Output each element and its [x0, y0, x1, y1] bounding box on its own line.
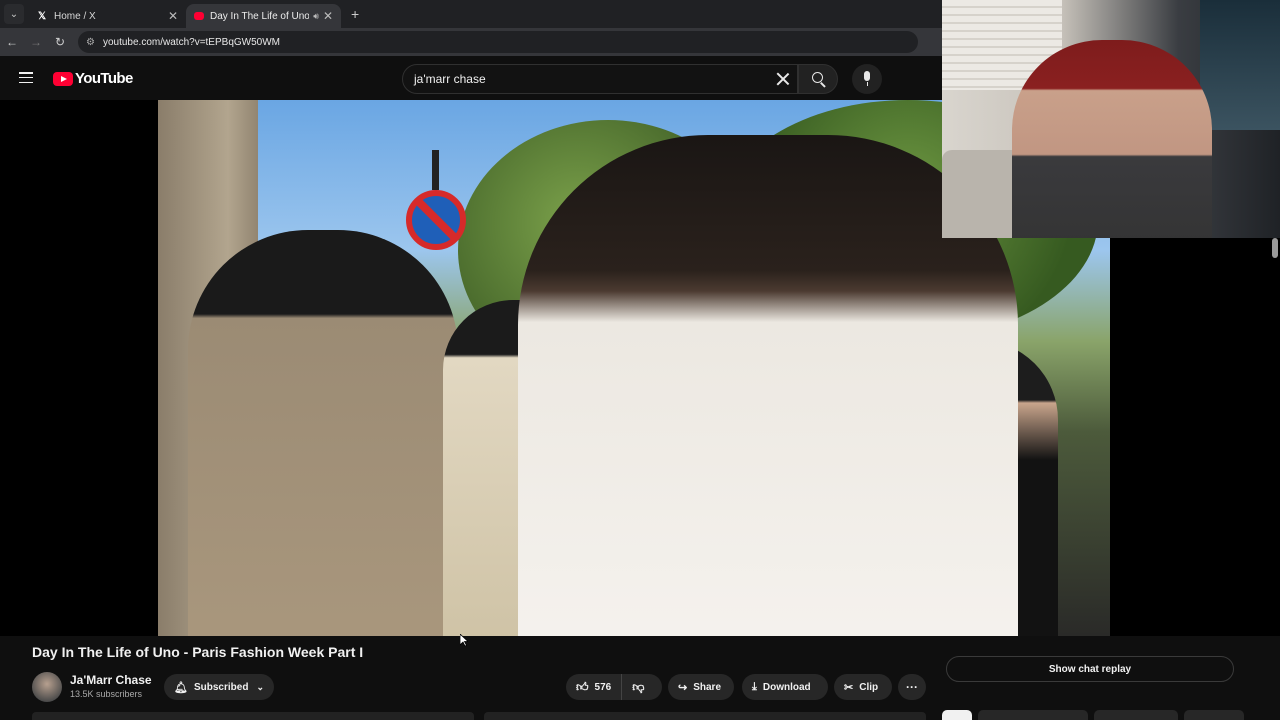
below-fold-content	[0, 708, 1280, 720]
webcam-overlay	[942, 0, 1280, 238]
share-button[interactable]: ↪ Share	[668, 674, 734, 700]
subscriber-count: 13.5K subscribers	[70, 689, 143, 699]
video-scene-sign-pole	[432, 150, 439, 190]
filter-chip[interactable]	[978, 710, 1088, 720]
chevron-down-icon: ⌄	[9, 8, 19, 20]
logo-wordmark: YouTube	[75, 70, 133, 87]
voice-search-button[interactable]	[852, 64, 882, 94]
filter-chip[interactable]	[1094, 710, 1178, 720]
like-button[interactable]: 👍︎ 576	[566, 674, 623, 700]
share-label: Share	[693, 681, 722, 693]
clip-button[interactable]: ✂ Clip	[834, 674, 892, 700]
video-scene-no-parking-sign	[406, 190, 466, 250]
bell-icon: 🔔︎	[174, 681, 188, 694]
clear-search-icon[interactable]	[774, 70, 792, 88]
download-button[interactable]: ⤓ Download	[742, 674, 828, 700]
channel-avatar[interactable]	[32, 672, 62, 702]
chevron-down-icon: ⌄	[256, 681, 264, 692]
youtube-logo[interactable]: YouTube	[53, 70, 133, 87]
close-icon[interactable]: ✕	[168, 9, 178, 23]
like-count: 576	[594, 681, 612, 693]
chat-replay-label: Show chat replay	[1048, 663, 1132, 675]
search-input[interactable]: ja'marr chase	[402, 64, 798, 94]
channel-name[interactable]: Ja'Marr Chase	[70, 673, 152, 687]
back-arrow-icon[interactable]: ←	[0, 35, 24, 49]
close-icon[interactable]: ✕	[323, 9, 333, 23]
download-icon: ⤓	[752, 680, 757, 693]
youtube-play-icon	[53, 71, 73, 86]
thumbs-up-icon: 👍︎	[576, 679, 589, 694]
screen: ⌄ 𝕏 Home / X ✕ Day In The Life of Uno - …	[0, 0, 1280, 720]
browser-toolbar: ← → ↻ ⚙ youtube.com/watch?v=tEPBqGW50WM	[0, 28, 942, 56]
search-icon-handle	[820, 82, 826, 88]
webcam-scene-person	[1012, 40, 1212, 238]
tab-search-button[interactable]: ⌄	[4, 4, 24, 24]
speaker-icon[interactable]: 🔊︎	[313, 11, 319, 22]
thumbs-down-icon: 👎︎	[632, 679, 645, 694]
dislike-button[interactable]: 👎︎	[622, 680, 654, 695]
scissors-icon: ✂	[844, 681, 854, 694]
reload-icon[interactable]: ↻	[48, 35, 72, 49]
like-dislike-group: 👍︎ 576 👎︎	[566, 674, 662, 700]
search-button[interactable]	[798, 64, 838, 94]
video-scene-person	[188, 230, 458, 636]
address-bar[interactable]: ⚙ youtube.com/watch?v=tEPBqGW50WM	[78, 31, 918, 53]
new-tab-button[interactable]: +	[351, 6, 359, 22]
search-query: ja'marr chase	[414, 72, 486, 86]
subscribed-button[interactable]: 🔔︎ Subscribed ⌄	[164, 674, 274, 700]
description-box[interactable]	[32, 712, 474, 720]
menu-icon[interactable]	[19, 72, 33, 83]
more-icon: ···	[906, 680, 918, 694]
tab-label: Day In The Life of Uno - Pa	[210, 10, 310, 22]
filter-chip[interactable]	[1184, 710, 1244, 720]
microphone-icon	[864, 71, 870, 81]
tab-home-x[interactable]: 𝕏 Home / X ✕	[28, 4, 186, 28]
forward-arrow-icon[interactable]: →	[24, 35, 48, 49]
youtube-header: YouTube ja'marr chase	[0, 56, 942, 100]
mouse-cursor-icon	[460, 634, 468, 647]
video-title: Day In The Life of Uno - Paris Fashion W…	[32, 644, 364, 660]
url-text: youtube.com/watch?v=tEPBqGW50WM	[102, 36, 280, 48]
more-actions-button[interactable]: ···	[898, 674, 926, 700]
browser-tab-bar: ⌄ 𝕏 Home / X ✕ Day In The Life of Uno - …	[0, 0, 942, 28]
tab-label: Home / X	[54, 10, 96, 22]
scrollbar[interactable]	[1272, 238, 1278, 258]
search-icon	[812, 72, 823, 83]
filter-chip[interactable]	[942, 710, 972, 720]
youtube-icon	[194, 12, 204, 20]
tab-youtube-video[interactable]: Day In The Life of Uno - Pa 🔊︎ ✕	[186, 4, 341, 28]
sidebar-dark-area	[1110, 238, 1280, 636]
webcam-scene-window	[1200, 0, 1280, 130]
subscribed-label: Subscribed	[193, 681, 249, 693]
show-chat-replay-button[interactable]: Show chat replay	[946, 656, 1234, 682]
clip-label: Clip	[859, 681, 879, 693]
description-box[interactable]	[484, 712, 926, 720]
site-settings-icon[interactable]: ⚙	[86, 37, 95, 48]
download-label: Download	[762, 681, 811, 693]
x-logo-icon: 𝕏	[37, 10, 47, 22]
microphone-icon-stem	[866, 82, 868, 86]
share-icon: ↪	[678, 681, 688, 694]
